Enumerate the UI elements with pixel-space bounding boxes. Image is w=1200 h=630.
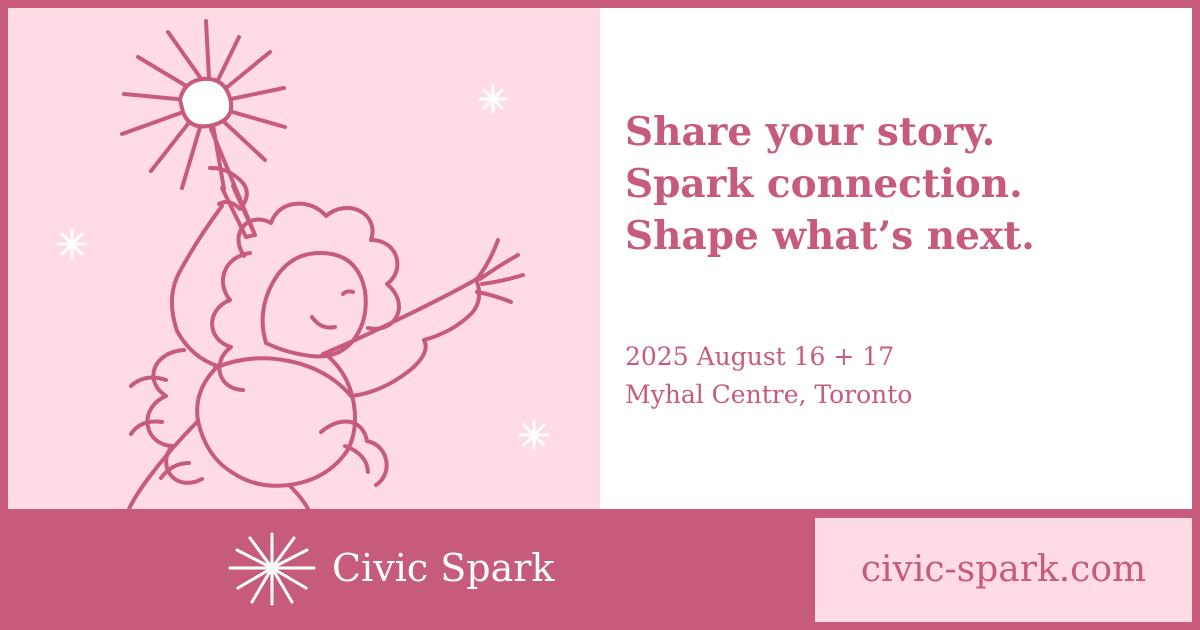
website-url[interactable]: civic-spark.com [861,552,1146,588]
event-headline: Share your story. Spark connection. Shap… [625,106,1035,262]
website-link-box[interactable]: civic-spark.com [815,518,1192,622]
sparkler-burst [120,19,287,191]
brand-name: Civic Spark [332,546,555,590]
headline-line-2: Spark connection. [625,161,1023,207]
illustration-panel [8,8,600,509]
person-holding-sparkler-illustration [56,19,550,509]
event-banner: Share your story. Spark connection. Shap… [0,0,1200,630]
event-details-panel: Share your story. Spark connection. Shap… [600,8,1192,509]
headline-line-3: Shape what’s next. [625,213,1035,259]
event-dates: 2025 August 16 + 17 [625,342,895,371]
headline-line-1: Share your story. [625,109,996,155]
event-venue: Myhal Centre, Toronto [625,380,913,409]
event-info: 2025 August 16 + 17 Myhal Centre, Toront… [625,338,912,414]
brand-lockup: Civic Spark [226,530,616,606]
sparkle-icon [228,532,316,606]
